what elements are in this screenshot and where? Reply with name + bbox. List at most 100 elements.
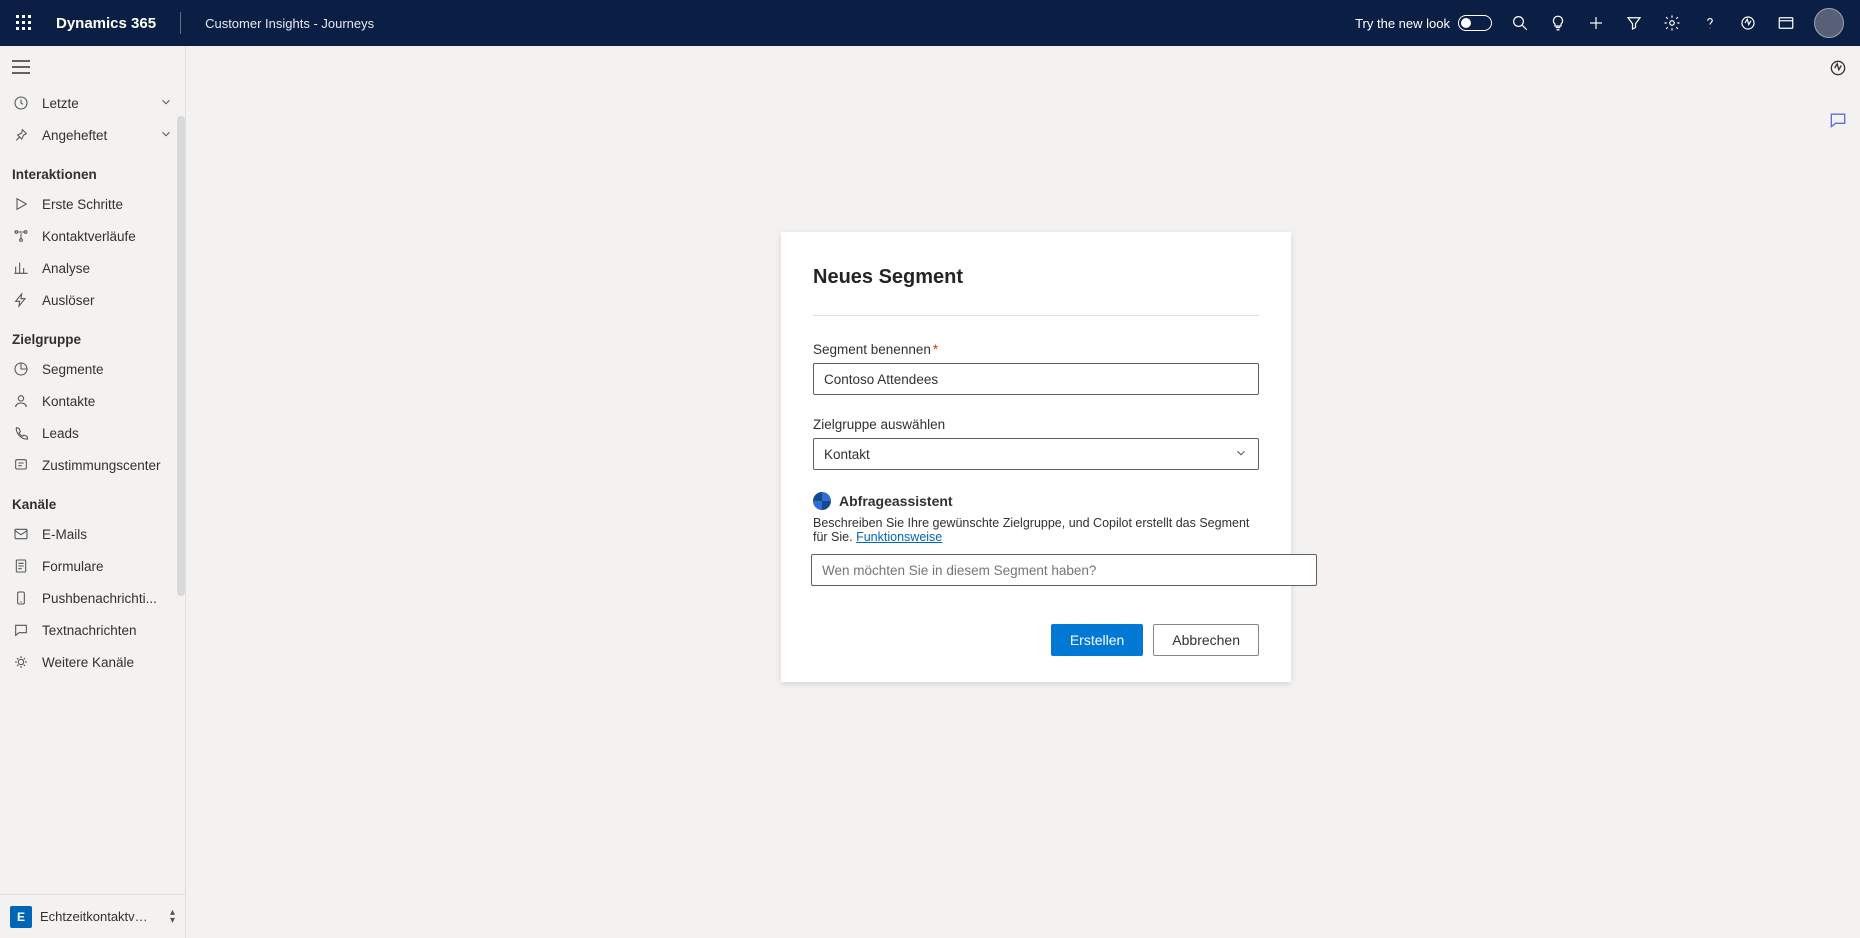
app-name[interactable]: Customer Insights - Journeys xyxy=(205,16,374,31)
plus-apps-icon xyxy=(12,653,30,671)
sidebar-item-label: Pushbenachrichti... xyxy=(42,591,173,606)
sidebar-item-segments[interactable]: Segmente xyxy=(0,353,185,385)
dialog-buttons: Erstellen Abbrechen xyxy=(813,624,1259,656)
query-assistant-input[interactable] xyxy=(811,554,1317,586)
chevron-down-icon xyxy=(159,95,173,112)
sidebar-item-label: Segmente xyxy=(42,362,173,377)
bolt-icon xyxy=(12,291,30,309)
mobile-icon xyxy=(12,589,30,607)
chevron-down-icon xyxy=(1234,446,1248,463)
audience-select[interactable]: Kontakt xyxy=(813,438,1259,470)
sidebar-item-consent[interactable]: Zustimmungscenter xyxy=(0,449,185,481)
sidebar-item-label: Letzte xyxy=(42,96,147,111)
copilot-badge-icon xyxy=(813,492,831,510)
sidebar-item-more-channels[interactable]: Weitere Kanäle xyxy=(0,646,185,678)
try-new-look-label: Try the new look xyxy=(1355,16,1450,31)
sidebar-item-recent[interactable]: Letzte xyxy=(0,87,185,119)
chevron-updown-icon: ▴▾ xyxy=(170,909,175,925)
sidebar-item-contacts[interactable]: Kontakte xyxy=(0,385,185,417)
app-launcher-icon[interactable] xyxy=(8,7,40,39)
right-rail xyxy=(1826,56,1850,132)
sidebar-item-label: Analyse xyxy=(42,261,173,276)
select-value: Kontakt xyxy=(824,447,870,462)
area-badge: E xyxy=(10,906,32,928)
search-icon[interactable] xyxy=(1510,13,1530,33)
field-label: Segment benennen* xyxy=(813,342,1259,357)
new-segment-dialog: Neues Segment Segment benennen* Zielgrup… xyxy=(781,232,1291,682)
plus-icon[interactable] xyxy=(1586,13,1606,33)
sidebar-item-analytics[interactable]: Analyse xyxy=(0,252,185,284)
sidebar-item-label: Auslöser xyxy=(42,293,173,308)
sidebar-item-label: Formulare xyxy=(42,559,173,574)
toggle-new-look[interactable] xyxy=(1458,15,1492,31)
sidebar-item-emails[interactable]: E-Mails xyxy=(0,518,185,550)
brand-title[interactable]: Dynamics 365 xyxy=(56,15,156,32)
how-it-works-link[interactable]: Funktionsweise xyxy=(856,530,942,544)
segment-name-input[interactable] xyxy=(813,363,1259,395)
sidebar-toggle[interactable] xyxy=(0,46,185,87)
sidebar-item-label: E-Mails xyxy=(42,527,173,542)
sidebar-item-texts[interactable]: Textnachrichten xyxy=(0,614,185,646)
sidebar-item-get-started[interactable]: Erste Schritte xyxy=(0,188,185,220)
query-assistant-title: Abfrageassistent xyxy=(839,493,953,509)
sidebar-item-label: Angeheftet xyxy=(42,128,147,143)
copilot-panel-icon[interactable] xyxy=(1826,56,1850,80)
sidebar-section-audience: Zielgruppe xyxy=(0,316,185,353)
chat-icon xyxy=(12,621,30,639)
pie-icon xyxy=(12,360,30,378)
sidebar-item-label: Leads xyxy=(42,426,173,441)
chart-icon xyxy=(12,259,30,277)
phone-icon xyxy=(12,424,30,442)
chevron-down-icon xyxy=(159,127,173,144)
divider xyxy=(813,315,1259,316)
area-name: Echtzeitkontaktve... xyxy=(40,909,150,924)
sidebar-item-label: Weitere Kanäle xyxy=(42,655,173,670)
area-switcher[interactable]: E Echtzeitkontaktve... ▴▾ xyxy=(0,894,185,938)
sidebar-item-label: Erste Schritte xyxy=(42,197,173,212)
main: Neues Segment Segment benennen* Zielgrup… xyxy=(186,46,1860,938)
field-label: Zielgruppe auswählen xyxy=(813,417,1259,432)
scrollbar[interactable] xyxy=(177,116,185,596)
feedback-icon[interactable] xyxy=(1826,108,1850,132)
play-icon xyxy=(12,195,30,213)
panel-icon[interactable] xyxy=(1776,13,1796,33)
cancel-button[interactable]: Abbrechen xyxy=(1153,624,1259,656)
sidebar-section-channels: Kanäle xyxy=(0,481,185,518)
flow-icon xyxy=(12,227,30,245)
sidebar: Letzte Angeheftet Interaktionen Erste Sc… xyxy=(0,46,186,938)
person-icon xyxy=(12,392,30,410)
sidebar-item-pinned[interactable]: Angeheftet xyxy=(0,119,185,151)
shell: Letzte Angeheftet Interaktionen Erste Sc… xyxy=(0,46,1860,938)
clock-icon xyxy=(12,94,30,112)
copilot-icon[interactable] xyxy=(1738,13,1758,33)
divider xyxy=(180,12,181,34)
label-text: Segment benennen xyxy=(813,342,931,357)
top-left: Dynamics 365 Customer Insights - Journey… xyxy=(8,7,374,39)
query-assistant: Abfrageassistent Beschreiben Sie Ihre ge… xyxy=(813,492,1259,586)
sidebar-item-forms[interactable]: Formulare xyxy=(0,550,185,582)
sidebar-item-push[interactable]: Pushbenachrichti... xyxy=(0,582,185,614)
shield-icon xyxy=(12,456,30,474)
sidebar-item-journeys[interactable]: Kontaktverläufe xyxy=(0,220,185,252)
avatar[interactable] xyxy=(1814,8,1844,38)
sidebar-section-interactions: Interaktionen xyxy=(0,151,185,188)
sidebar-item-label: Textnachrichten xyxy=(42,623,173,638)
gear-icon[interactable] xyxy=(1662,13,1682,33)
sidebar-item-label: Zustimmungscenter xyxy=(42,458,173,473)
help-icon[interactable] xyxy=(1700,13,1720,33)
create-button[interactable]: Erstellen xyxy=(1051,624,1143,656)
filter-icon[interactable] xyxy=(1624,13,1644,33)
dialog-title: Neues Segment xyxy=(813,266,1259,289)
form-icon xyxy=(12,557,30,575)
required-mark: * xyxy=(933,342,938,357)
sidebar-item-label: Kontaktverläufe xyxy=(42,229,173,244)
field-segment-name: Segment benennen* xyxy=(813,342,1259,395)
top-right: Try the new look xyxy=(1355,8,1852,38)
sidebar-item-triggers[interactable]: Auslöser xyxy=(0,284,185,316)
top-bar: Dynamics 365 Customer Insights - Journey… xyxy=(0,0,1860,46)
lightbulb-icon[interactable] xyxy=(1548,13,1568,33)
mail-icon xyxy=(12,525,30,543)
pin-icon xyxy=(12,126,30,144)
query-assistant-header: Abfrageassistent xyxy=(813,492,1259,510)
sidebar-item-leads[interactable]: Leads xyxy=(0,417,185,449)
